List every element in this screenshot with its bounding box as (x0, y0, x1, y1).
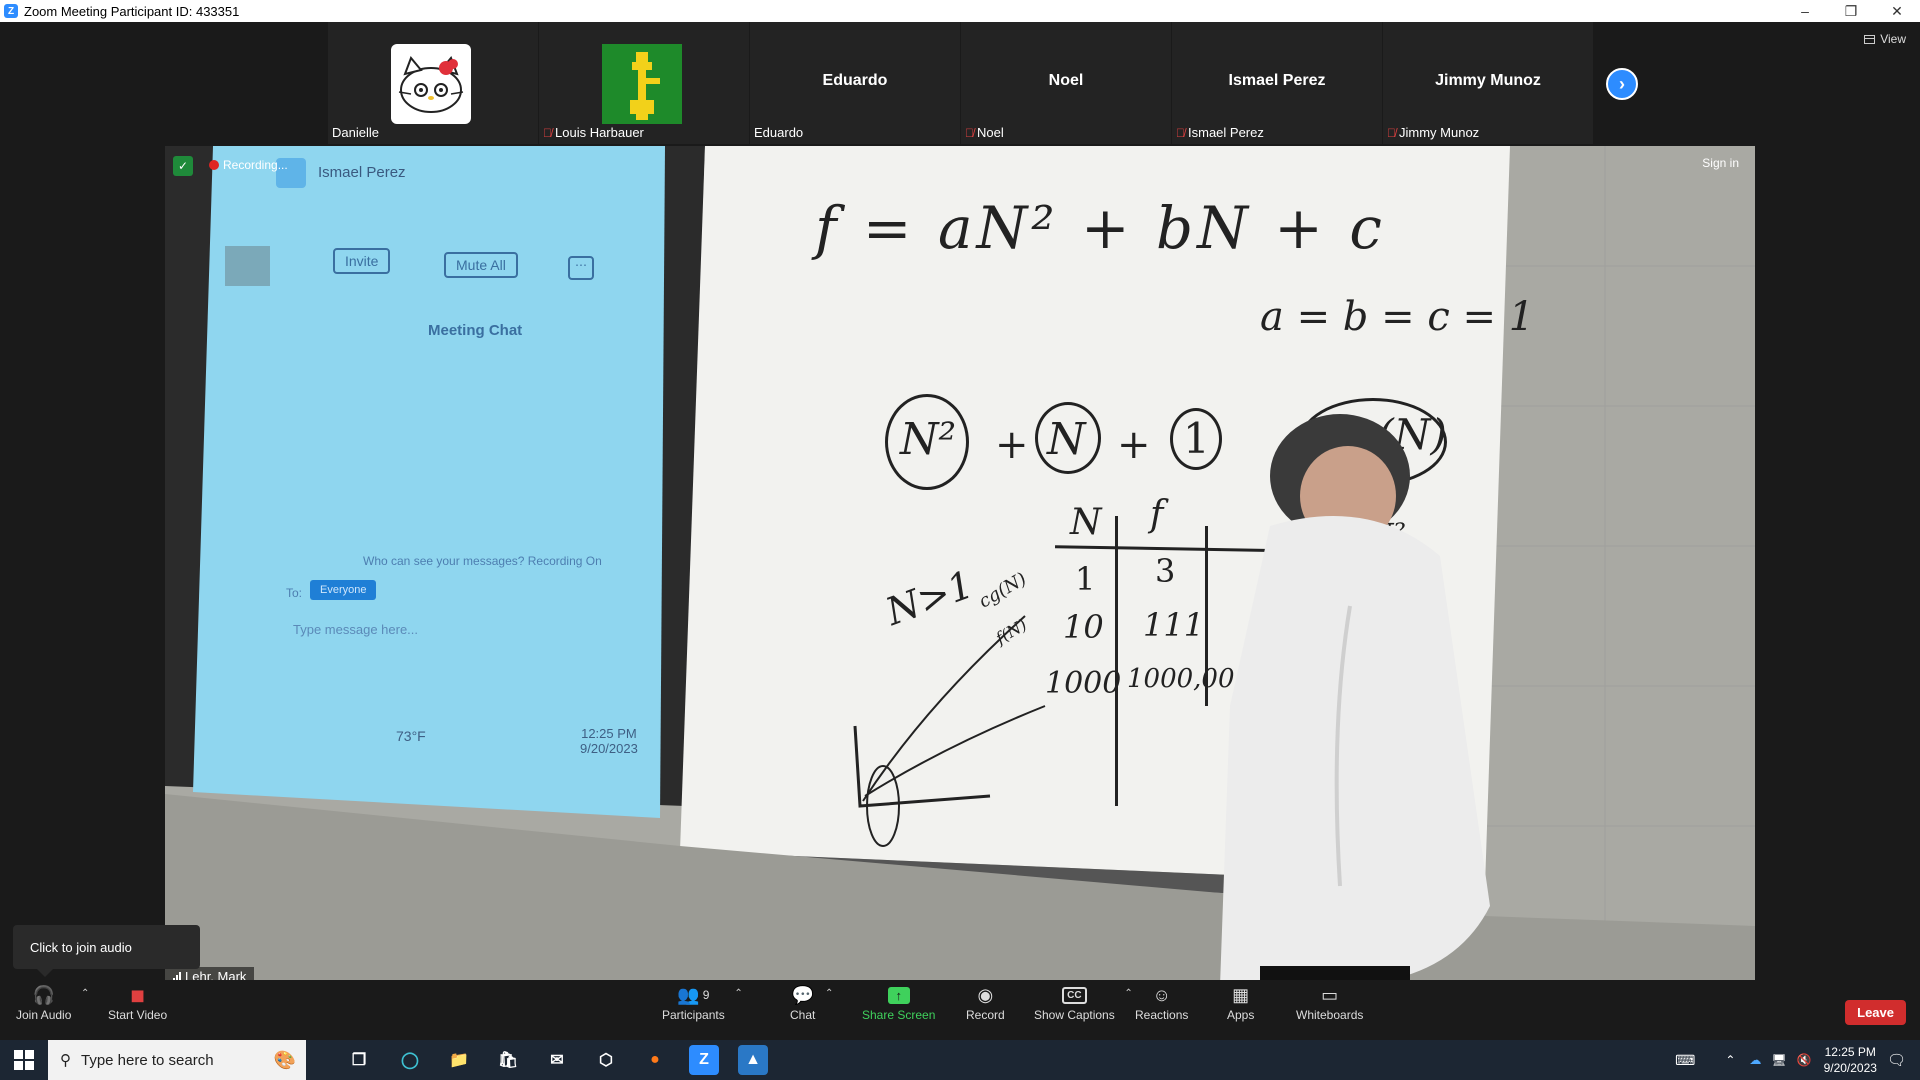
chevron-up-icon[interactable]: ⌃ (81, 988, 89, 999)
keyboard-icon[interactable]: ⌨ (1675, 1052, 1695, 1069)
search-highlight-icon: 🎨 (273, 1049, 296, 1070)
taskbar-search-box[interactable]: ⚲ Type here to search 🎨 (48, 1040, 306, 1080)
restore-button[interactable]: ❐ (1828, 0, 1874, 22)
participant-strip: Danielle 🎙̸ Louis Harbauer Eduardo Eduard… (328, 22, 1594, 144)
file-explorer-icon[interactable]: 📁 (444, 1045, 474, 1075)
participants-icon: 👥 9 (677, 984, 710, 1005)
participant-display-name: Noel (1048, 72, 1084, 89)
mail-icon[interactable]: ✉ (542, 1045, 572, 1075)
network-icon[interactable]: 🖥 (1771, 1053, 1786, 1067)
task-view-icon[interactable]: ❐ (344, 1045, 374, 1075)
view-button[interactable]: View (1864, 32, 1906, 46)
participant-tile[interactable]: Jimmy Munoz 🎙̸ Jimmy Munoz (1383, 22, 1593, 144)
window-controls: – ❐ ✕ (1782, 0, 1920, 22)
participant-tile[interactable]: Ismael Perez 🎙̸ Ismael Perez (1172, 22, 1382, 144)
mic-muted-icon: 🎙̸ (1176, 125, 1185, 140)
close-button[interactable]: ✕ (1874, 0, 1920, 22)
record-button[interactable]: ◉ Record (966, 982, 1005, 1023)
mic-muted-icon: 🎙̸ (965, 125, 974, 140)
headphone-icon: 🎧 (32, 984, 55, 1005)
whiteboards-button[interactable]: ▭ Whiteboards (1296, 982, 1363, 1023)
chevron-up-icon[interactable]: ⌃ (1124, 988, 1132, 999)
photos-app-icon[interactable]: ▲ (738, 1045, 768, 1075)
apps-button[interactable]: ▦ Apps (1227, 982, 1254, 1023)
minimize-button[interactable]: – (1782, 0, 1828, 22)
chevron-up-icon[interactable]: ⌃ (734, 988, 742, 999)
video-off-icon: ◼ (130, 984, 146, 1005)
join-audio-button[interactable]: 🎧 Join Audio ⌃ (16, 982, 89, 1023)
notifications-icon[interactable]: 🗨 (1887, 1051, 1906, 1069)
firefox-icon[interactable]: ● (640, 1045, 670, 1075)
main-video: Ismael Perez Invite Mute All ⋯ Meeting C… (165, 146, 1755, 986)
participant-tile[interactable]: Eduardo Eduardo (750, 22, 960, 144)
participant-display-name: Jimmy Munoz (1435, 72, 1541, 89)
view-label: View (1880, 32, 1906, 46)
zoom-logo-icon: Z (4, 4, 18, 18)
participant-display-name: Eduardo (822, 72, 888, 89)
participant-name: Eduardo (754, 125, 804, 140)
microsoft-store-icon[interactable]: 🛍 (493, 1045, 523, 1075)
volume-muted-icon[interactable]: 🔇 (1797, 1053, 1812, 1067)
participant-name: 🎙̸ Jimmy Munoz (1387, 125, 1480, 140)
windows-taskbar: ⚲ Type here to search 🎨 ❐ ◯ 📁 🛍 ✉ ⬡ ● Z … (0, 1040, 1920, 1080)
system-tray: ⌨ ⌃ ☁ 🖥 🔇 12:25 PM 9/20/2023 🗨 (1675, 1040, 1920, 1080)
whiteboard-icon: ▭ (1321, 984, 1339, 1005)
participant-name: 🎙̸ Ismael Perez (1176, 125, 1264, 140)
participant-display-name: Ismael Perez (1228, 72, 1326, 89)
participant-name: Danielle (332, 125, 379, 140)
windows-logo-icon (14, 1050, 34, 1070)
share-screen-button[interactable]: ↑ Share Screen (862, 982, 935, 1022)
instructor-figure (1220, 414, 1490, 986)
participant-tile[interactable]: Noel 🎙̸ Noel (961, 22, 1171, 144)
mic-muted-icon: 🎙̸ (543, 125, 552, 140)
smiley-plus-icon: ☺ (1152, 984, 1171, 1005)
participants-button[interactable]: 👥 9 Participants ⌃ (662, 982, 743, 1023)
edge-browser-icon[interactable]: ◯ (395, 1045, 425, 1075)
hello-kitty-avatar (391, 44, 471, 124)
apps-icon: ▦ (1232, 984, 1250, 1005)
share-arrow-icon: ↑ (887, 982, 910, 1008)
chevron-up-icon[interactable]: ⌃ (825, 988, 833, 999)
chevron-up-icon[interactable]: ⌃ (1725, 1053, 1735, 1067)
reactions-button[interactable]: ☺ Reactions (1135, 982, 1188, 1023)
window-title: Zoom Meeting Participant ID: 433351 (24, 3, 240, 19)
participant-tile[interactable]: Danielle (328, 22, 538, 144)
zoom-taskbar-icon[interactable]: Z (689, 1045, 719, 1075)
taskbar-clock[interactable]: 12:25 PM 9/20/2023 (1824, 1044, 1877, 1076)
window-titlebar: Z Zoom Meeting Participant ID: 433351 – … (0, 0, 1920, 22)
participant-tile[interactable]: 🎙̸ Louis Harbauer (539, 22, 749, 144)
chat-button[interactable]: 💬 Chat ⌃ (790, 982, 833, 1023)
pixel-figure-avatar (602, 44, 682, 124)
next-page-button[interactable]: › (1606, 68, 1638, 100)
start-video-button[interactable]: ◼ Start Video (108, 982, 167, 1023)
cube-app-icon[interactable]: ⬡ (591, 1045, 621, 1075)
record-icon: ◉ (977, 984, 994, 1005)
chat-bubble-icon: 💬 (791, 984, 814, 1005)
participant-name: 🎙̸ Louis Harbauer (543, 125, 644, 140)
join-audio-tooltip[interactable]: Click to join audio (13, 925, 200, 977)
show-captions-button[interactable]: CC Show Captions ⌃ (1034, 982, 1133, 1022)
mic-muted-icon: 🎙̸ (1387, 125, 1396, 140)
meeting-toolbar: 🎧 Join Audio ⌃ ◼ Start Video 👥 9 Particip… (0, 980, 1920, 1040)
grid-view-icon (1864, 34, 1876, 44)
start-button[interactable] (0, 1040, 48, 1080)
leave-button[interactable]: Leave (1845, 1000, 1906, 1025)
participant-name: 🎙̸ Noel (965, 125, 1004, 140)
chevron-right-icon: › (1619, 73, 1625, 94)
captions-icon: CC (1062, 982, 1087, 1008)
search-icon: ⚲ (60, 1052, 71, 1069)
onedrive-icon[interactable]: ☁ (1749, 1053, 1761, 1067)
